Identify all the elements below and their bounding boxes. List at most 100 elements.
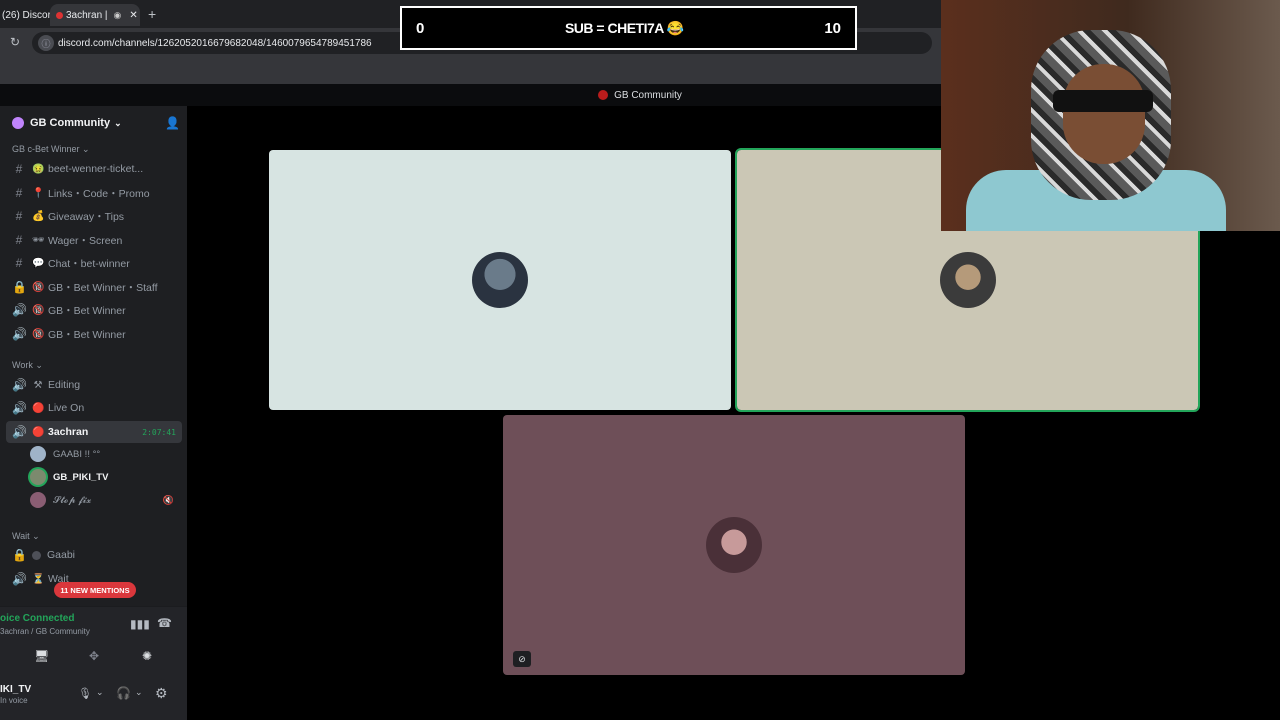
voice-channel-gaabi[interactable]: 🔒 Gaabi [6, 544, 182, 566]
avatar [30, 446, 46, 462]
channel-beet-wenner-ticket[interactable]: # 🤢 beet-wenner-ticket... [6, 158, 182, 180]
category-work[interactable]: Work ⌄ [12, 360, 43, 371]
channel-emoji-icon: 📍 [32, 187, 45, 199]
server-icon [598, 90, 609, 100]
avatar [30, 492, 46, 508]
new-mentions-badge[interactable]: 11 NEW MENTIONS [54, 582, 136, 598]
reload-icon[interactable]: ↻ [10, 35, 20, 49]
new-tab-icon[interactable]: + [148, 6, 156, 22]
channel-label: beet-wenner-ticket... [48, 163, 144, 175]
voice-user-name: GB_PIKI_TV [53, 471, 109, 483]
server-avatar-icon [12, 117, 24, 129]
disconnect-icon[interactable]: ☎ [157, 616, 172, 630]
avatar [939, 252, 996, 308]
voice-channel-gb-bet-winner-2[interactable]: 🔊 🔞 GB・Bet Winner [6, 323, 182, 345]
speaker-icon: 🔊 [12, 378, 27, 392]
channel-emoji-icon: 🤢 [32, 163, 45, 175]
webcam-overlay [941, 0, 1280, 231]
channel-wager-screen[interactable]: # 🕶 Wager・Screen [6, 229, 182, 251]
user-status: In voice [0, 696, 28, 705]
channel-giveaway-tips[interactable]: # 💰 Giveaway・Tips [6, 205, 182, 227]
chevron-down-icon: ⌄ [114, 117, 122, 128]
channel-emoji-icon: 💬 [32, 257, 45, 269]
server-name: GB Community [30, 117, 111, 129]
headphones-icon[interactable]: 🎧 [116, 686, 131, 700]
invite-user-icon[interactable]: 👤 [165, 116, 180, 130]
channel-emoji-icon: 💰 [32, 210, 45, 222]
browser-tab-active[interactable]: 3achran | ◉ ✕ [50, 4, 140, 26]
voice-user-gb-piki-tv[interactable]: GB_PIKI_TV [30, 467, 180, 487]
soundboard-icon[interactable]: ✺ [142, 649, 152, 663]
channel-dot-icon [32, 550, 41, 560]
audio-icon[interactable]: ◉ [114, 10, 122, 21]
voice-channel-3achran[interactable]: 🔊 🔴 3achran 2:07:41 [6, 421, 182, 443]
channel-emoji-icon: 🔴 [32, 426, 45, 438]
muted-deafened-icon: 🔇 [162, 494, 174, 505]
voice-connection-panel: oice Connected 3achran / GB Community ▮▮… [0, 606, 187, 674]
channel-label: Chat・bet-winner [48, 257, 130, 270]
speaker-icon: 🔊 [12, 572, 27, 586]
user-name[interactable]: IKI_TV [0, 684, 31, 695]
video-off-icon: ⊘ [513, 651, 531, 667]
voice-status: oice Connected [0, 613, 75, 624]
server-name-button[interactable]: GB Community ⌄ [0, 106, 187, 140]
overlay-text: SUB = CHETI7A 😂 [564, 19, 684, 36]
channel-links-code-promo[interactable]: # 📍 Links・Code・Promo [6, 182, 182, 204]
voice-user-name: 𝓢𝓽𝓸𝓹 𝓯𝓲𝔁 [53, 494, 92, 506]
video-tile-user-3[interactable]: ⊘ [503, 415, 965, 675]
video-tile-user-1[interactable] [269, 150, 731, 410]
chevron-down-icon[interactable]: ⌄ [135, 687, 143, 698]
category-bet-winner[interactable]: GB c-Bet Winner ⌄ [12, 144, 90, 155]
channel-label: 3achran [48, 426, 89, 438]
hashtag-icon: # [15, 233, 23, 247]
channel-label: Editing [48, 379, 81, 391]
channel-emoji-icon: 🔞 [32, 328, 45, 340]
channel-label: Wager・Screen [48, 234, 123, 247]
speaker-icon: 🔊 [12, 401, 27, 415]
channel-sidebar: GB Community ⌄ 👤 GB c-Bet Winner ⌄ # 🤢 b… [0, 106, 187, 720]
speaker-icon: 🔊 [12, 327, 27, 341]
channel-label: Live On [48, 402, 85, 414]
hashtag-icon: # [15, 256, 23, 270]
channel-emoji-icon: ⚒ [33, 379, 43, 391]
right-score: 10 [824, 19, 841, 37]
channel-label: GB・Bet Winner・Staff [48, 281, 158, 294]
channel-emoji-icon: 🕶 [32, 234, 45, 246]
settings-gear-icon[interactable]: ⚙ [155, 685, 168, 702]
tab-title: (26) Discord [2, 9, 57, 21]
microphone-icon[interactable]: 🎙 [78, 687, 92, 700]
channel-label: Giveaway・Tips [48, 210, 125, 223]
voice-location[interactable]: 3achran / GB Community [0, 627, 90, 636]
call-timer: 2:07:41 [142, 427, 176, 437]
voice-channel-gb-bet-winner-1[interactable]: 🔊 🔞 GB・Bet Winner [6, 299, 182, 321]
signal-bars-icon[interactable]: ▮▮▮ [130, 617, 150, 631]
voice-user-stop-fix[interactable]: 𝓢𝓽𝓸𝓹 𝓯𝓲𝔁 🔇 [30, 490, 180, 510]
left-score: 0 [416, 19, 425, 37]
voice-user-gaabi[interactable]: GAABI !! °° [30, 444, 180, 464]
url-text: discord.com/channels/1262052016679682048… [58, 37, 372, 49]
channel-chat-bet-winner[interactable]: # 💬 Chat・bet-winner [6, 252, 182, 274]
screen-share-icon[interactable]: 🖥 [34, 649, 49, 663]
hashtag-icon: # [15, 186, 23, 200]
score-overlay: 0 SUB = CHETI7A 😂 10 [400, 6, 857, 50]
user-panel: IKI_TV In voice 🎙 ⌄ 🎧 ⌄ ⚙ [0, 674, 187, 720]
speaker-icon: 🔊 [12, 303, 27, 317]
avatar [30, 469, 46, 485]
voice-channel-editing[interactable]: 🔊 ⚒ Editing [6, 374, 182, 396]
channel-gb-bet-winner-staff[interactable]: 🔒 🔞 GB・Bet Winner・Staff [6, 276, 182, 298]
channel-label: Links・Code・Promo [48, 187, 150, 200]
close-tab-icon[interactable]: ✕ [129, 10, 137, 21]
channel-emoji-icon: 🔴 [32, 402, 45, 414]
activities-icon[interactable]: ✥ [89, 649, 99, 663]
chevron-down-icon[interactable]: ⌄ [96, 687, 104, 698]
webcam-person-face [1063, 64, 1145, 164]
tab-title: 3achran | [66, 9, 108, 21]
lock-icon: 🔒 [12, 548, 27, 562]
speaker-active-icon: 🔊 [12, 425, 27, 439]
webcam-person-sunglasses [1053, 90, 1153, 112]
category-wait[interactable]: Wait ⌄ [12, 531, 40, 542]
voice-channel-live-on[interactable]: 🔊 🔴 Live On [6, 397, 182, 419]
channel-label: GB・Bet Winner [48, 328, 126, 341]
hashtag-icon: # [15, 209, 23, 223]
site-info-icon[interactable]: ⓘ [38, 35, 54, 51]
